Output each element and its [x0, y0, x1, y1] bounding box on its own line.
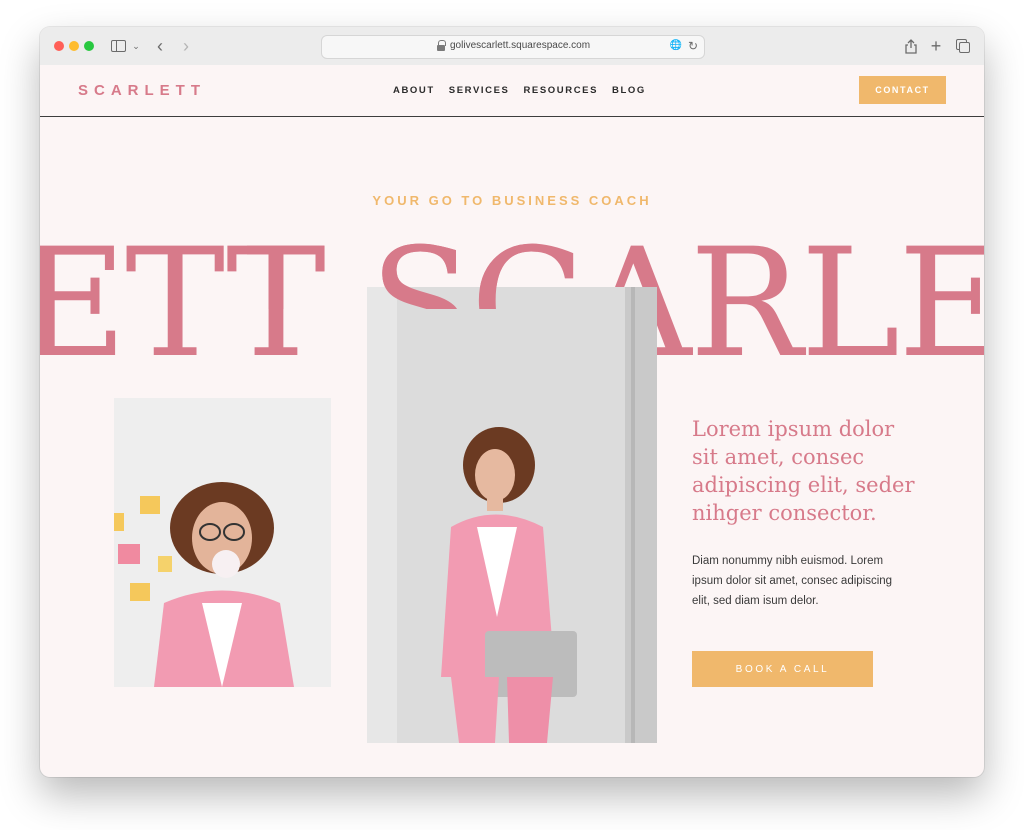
coach-photo-bubblegum: [114, 398, 331, 687]
coach-photo-standing: [367, 287, 657, 743]
translate-icon[interactable]: 🌐: [670, 40, 682, 51]
address-url: golivescarlett.squarespace.com: [450, 40, 591, 51]
nav-link-blog[interactable]: BLOG: [612, 85, 646, 96]
forward-arrow-icon[interactable]: ›: [179, 37, 193, 55]
nav-link-resources[interactable]: RESOURCES: [523, 85, 598, 96]
site-logo[interactable]: SCARLETT: [78, 82, 206, 99]
minimize-window-button[interactable]: [69, 41, 79, 51]
book-a-call-button[interactable]: BOOK A CALL: [692, 651, 873, 687]
close-window-button[interactable]: [54, 41, 64, 51]
hero-body-copy: Diam nonummy nibh euismod. Lorem ipsum d…: [692, 555, 893, 607]
back-arrow-icon[interactable]: ‹: [153, 37, 167, 55]
contact-button[interactable]: CONTACT: [859, 76, 946, 104]
share-icon[interactable]: [904, 37, 918, 55]
browser-toolbar: ⌄ ‹ › golivescarlett.squarespace.com 🌐 ↻…: [40, 27, 984, 66]
reload-icon[interactable]: ↻: [688, 39, 698, 53]
site-header: SCARLETT ABOUT SERVICES RESOURCES BLOG C…: [40, 65, 984, 117]
zoom-window-button[interactable]: [84, 41, 94, 51]
nav-link-services[interactable]: SERVICES: [449, 85, 510, 96]
new-tab-icon[interactable]: +: [929, 37, 943, 55]
nav-link-about[interactable]: ABOUT: [393, 85, 435, 96]
hero-tagline: YOUR GO TO BUSINESS COACH: [372, 193, 652, 208]
lock-icon: [437, 40, 446, 52]
main-nav: ABOUT SERVICES RESOURCES BLOG: [393, 85, 646, 96]
tab-overview-icon[interactable]: [954, 37, 970, 55]
browser-window: ⌄ ‹ › golivescarlett.squarespace.com 🌐 ↻…: [40, 27, 984, 777]
hero-headline: Lorem ipsum dolor sit amet, consec adipi…: [692, 417, 915, 525]
sidebar-toggle-icon[interactable]: [110, 37, 126, 55]
address-bar[interactable]: golivescarlett.squarespace.com 🌐 ↻: [321, 35, 705, 59]
chevron-down-icon[interactable]: ⌄: [131, 37, 141, 55]
